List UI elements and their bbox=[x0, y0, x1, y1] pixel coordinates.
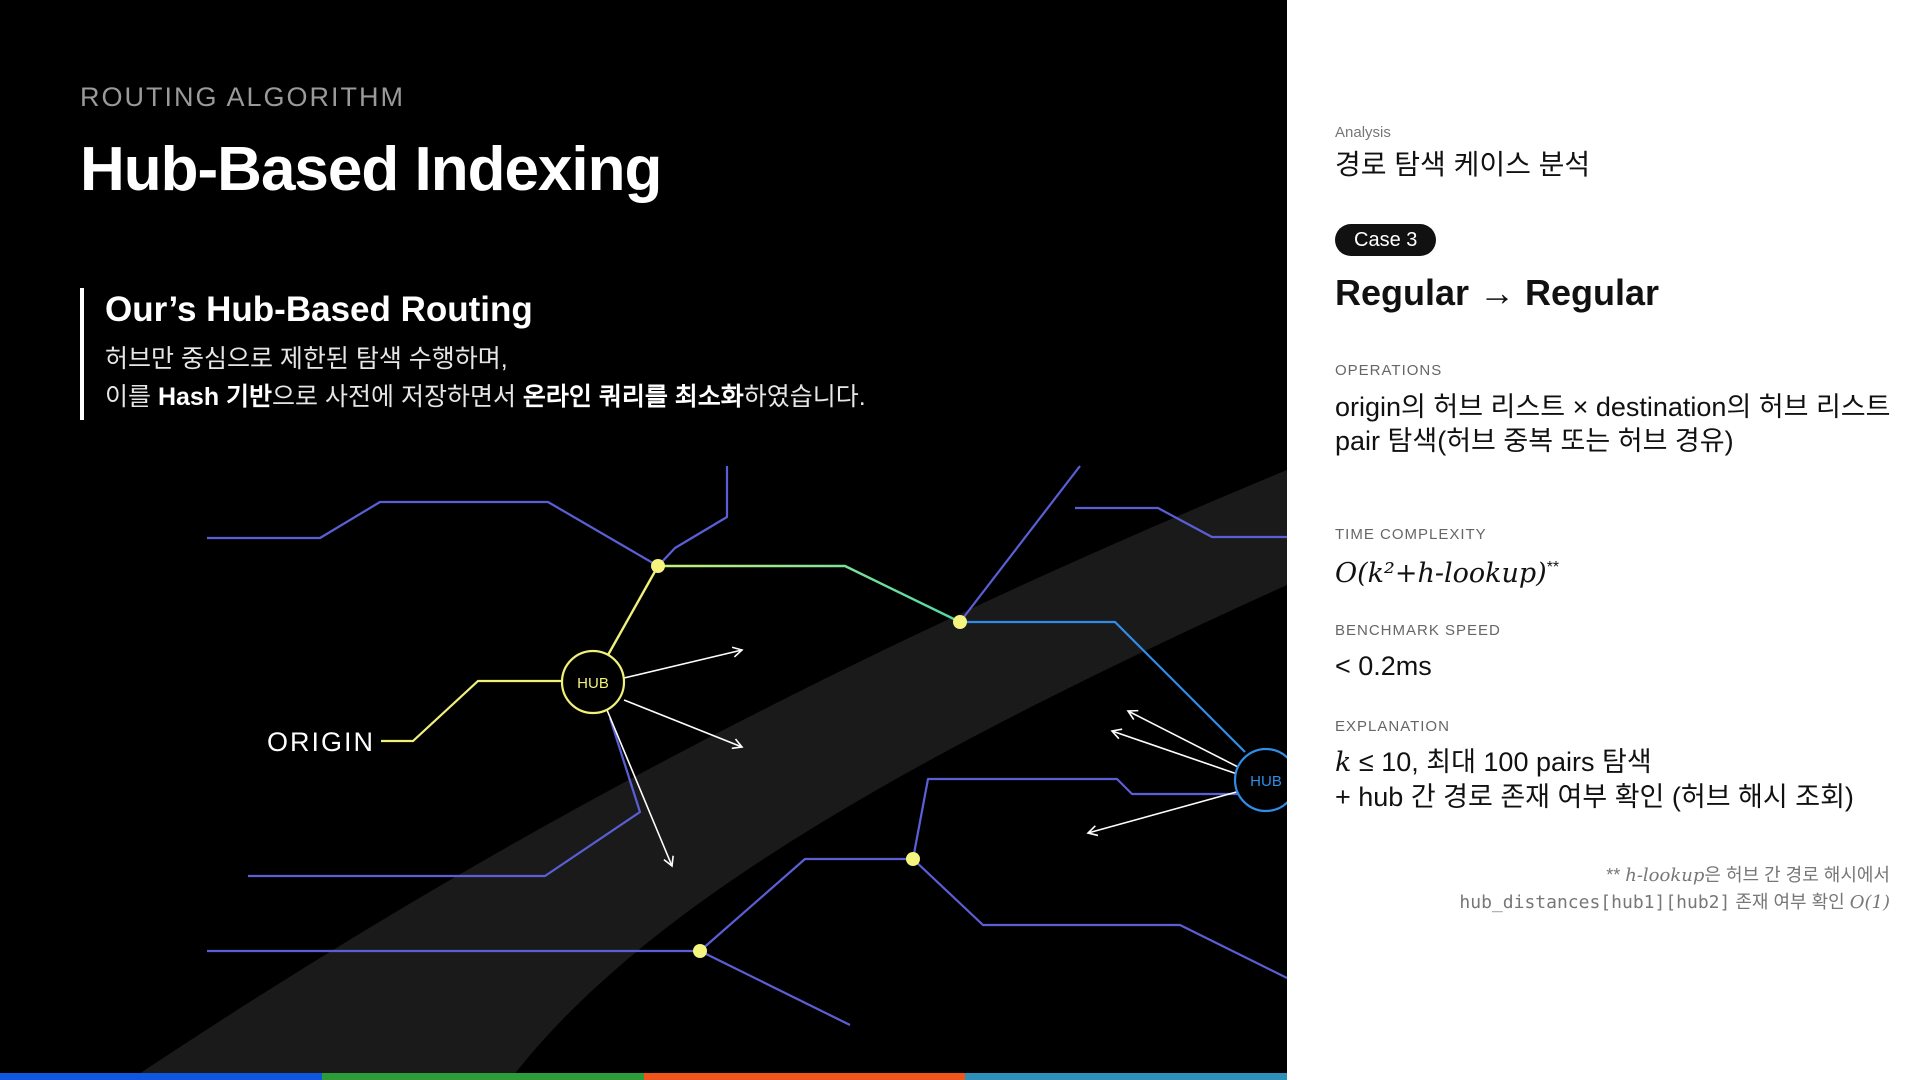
hub-label: HUB bbox=[577, 675, 609, 692]
operations-line-1: origin의 허브 리스트 × destination의 허브 리스트 bbox=[1335, 392, 1891, 422]
origin-path bbox=[381, 679, 563, 743]
hub-label-2: HUB bbox=[1250, 773, 1282, 790]
bottom-color-bar bbox=[0, 1073, 1287, 1080]
time-complexity-value: O(k²+h-lookup)** bbox=[1335, 551, 1559, 591]
complexity-footnote-mark: ** bbox=[1546, 559, 1560, 576]
network-edge bbox=[911, 777, 1240, 860]
network-edge bbox=[207, 500, 659, 567]
background-band bbox=[130, 470, 1287, 1080]
node-dot bbox=[651, 559, 665, 573]
footnote-complexity: O(1) bbox=[1849, 892, 1890, 913]
time-complexity-label: TIME COMPLEXITY bbox=[1335, 526, 1487, 543]
benchmark-value: < 0.2ms bbox=[1335, 651, 1432, 681]
explanation-variable: k bbox=[1335, 747, 1352, 778]
explanation-value: k ≤ 10, 최대 100 pairs 탐색 + hub 간 경로 존재 여부… bbox=[1335, 745, 1854, 814]
footnote-text: 은 허브 간 경로 해시에서 bbox=[1704, 865, 1890, 885]
footnote-line-2: hub_distances[hub1][hub2] 존재 여부 확인 O(1) bbox=[1459, 889, 1890, 916]
footnote-mark: ** bbox=[1606, 865, 1626, 885]
analysis-panel: Analysis 경로 탐색 케이스 분석 Case 3 Regular → R… bbox=[1287, 0, 1920, 1080]
node-dot bbox=[906, 852, 920, 866]
arrow-edge bbox=[1110, 728, 1241, 776]
case-title: Regular → Regular bbox=[1335, 272, 1660, 313]
network-edge bbox=[657, 466, 729, 567]
hub-path-green bbox=[658, 564, 961, 624]
operations-value: origin의 허브 리스트 × destination의 허브 리스트 pai… bbox=[1335, 390, 1891, 458]
footnote-term: h-lookup bbox=[1625, 865, 1705, 886]
benchmark-label: BENCHMARK SPEED bbox=[1335, 622, 1501, 639]
complexity-formula: O(k²+h-lookup) bbox=[1335, 558, 1547, 589]
operations-line-2: pair 탐색(허브 중복 또는 허브 경유) bbox=[1335, 426, 1734, 456]
analysis-title: 경로 탐색 케이스 분석 bbox=[1335, 149, 1591, 180]
arrow-edge bbox=[1126, 709, 1241, 769]
arrow-edge bbox=[1086, 790, 1241, 837]
color-segment bbox=[321, 1073, 644, 1080]
node-dot bbox=[693, 944, 707, 958]
node-dot bbox=[953, 615, 967, 629]
color-segment bbox=[965, 1073, 1287, 1080]
explanation-line-2: + hub 간 경로 존재 여부 확인 (허브 해시 조회) bbox=[1335, 782, 1854, 812]
color-segment bbox=[0, 1073, 322, 1080]
routing-diagram: HUB HUB ORIGIN bbox=[130, 465, 1287, 1080]
explanation-line-1: k ≤ 10, 최대 100 pairs 탐색 bbox=[1335, 745, 1854, 780]
color-segment bbox=[643, 1073, 966, 1080]
footnote-line-1: ** h-lookup은 허브 간 경로 해시에서 bbox=[1459, 862, 1890, 889]
explanation-label: EXPLANATION bbox=[1335, 718, 1450, 735]
arrow-edge bbox=[623, 699, 744, 750]
analysis-label: Analysis bbox=[1335, 124, 1391, 141]
explanation-text: ≤ 10, 최대 100 pairs 탐색 bbox=[1351, 747, 1652, 777]
hub-up-path bbox=[606, 565, 660, 656]
left-panel: ROUTING ALGORITHM Hub-Based Indexing Our… bbox=[0, 0, 1287, 1080]
footnote-code: hub_distances[hub1][hub2] bbox=[1459, 892, 1731, 913]
case-badge: Case 3 bbox=[1335, 224, 1437, 256]
footnote-text: 존재 여부 확인 bbox=[1730, 892, 1850, 912]
network-edge bbox=[699, 857, 1287, 979]
origin-label: ORIGIN bbox=[267, 727, 375, 757]
arrow-edge bbox=[623, 646, 744, 679]
footnote: ** h-lookup은 허브 간 경로 해시에서 hub_distances[… bbox=[1459, 862, 1890, 916]
operations-label: OPERATIONS bbox=[1335, 362, 1443, 379]
